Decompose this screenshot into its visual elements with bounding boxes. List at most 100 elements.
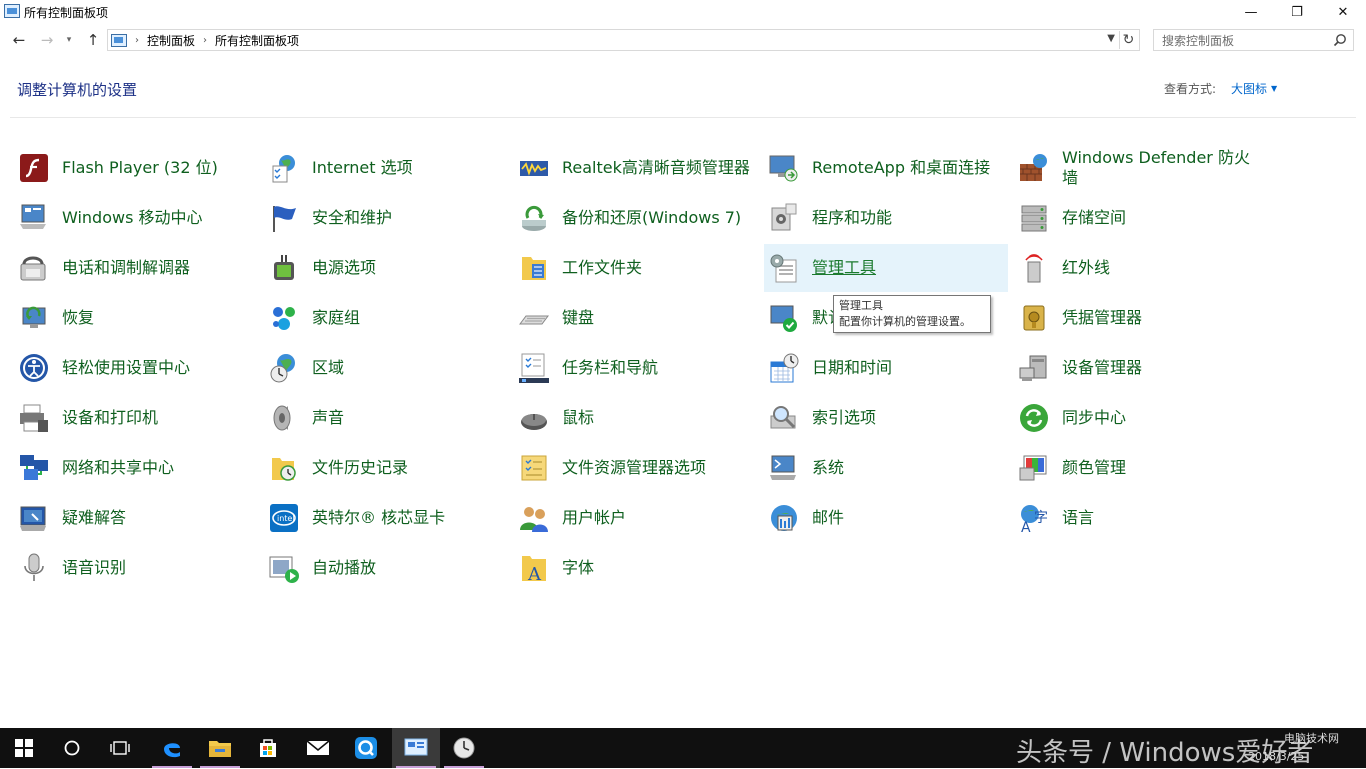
cp-item-label: Internet 选项 bbox=[312, 158, 413, 177]
cp-item-autoplay[interactable]: 自动播放 bbox=[268, 544, 512, 592]
date-time-icon bbox=[768, 352, 800, 384]
cp-item-label: 任务栏和导航 bbox=[562, 358, 659, 377]
cp-item-label: Flash Player (32 位) bbox=[62, 158, 218, 177]
control-panel-taskbar-button[interactable] bbox=[392, 728, 440, 768]
quicktime-taskbar-button[interactable] bbox=[342, 728, 390, 768]
mail-taskbar-button[interactable] bbox=[294, 728, 342, 768]
control-panel-window: 所有控制面板项 — ❐ ✕ ← → ▾ ↑ › 控制面板 › 所有控制面板项 ▼… bbox=[0, 0, 1366, 728]
region-icon bbox=[268, 352, 300, 384]
cp-item-label: 系统 bbox=[812, 458, 845, 477]
cp-item-taskbar[interactable]: 任务栏和导航 bbox=[518, 344, 762, 392]
cp-item-label: RemoteApp 和桌面连接 bbox=[812, 158, 991, 177]
cp-item-user-accounts[interactable]: 用户帐户 bbox=[518, 494, 762, 542]
backup-icon bbox=[518, 202, 550, 234]
cp-item-label: 语音识别 bbox=[62, 558, 127, 577]
recovery-icon bbox=[18, 302, 50, 334]
cp-item-sync-center[interactable]: 同步中心 bbox=[1018, 394, 1262, 442]
cp-item-homegroup[interactable]: 家庭组 bbox=[268, 294, 512, 342]
fonts-icon: A bbox=[518, 552, 550, 585]
cp-item-admin-tools[interactable]: 管理工具 bbox=[764, 244, 1008, 292]
cp-item-fonts[interactable]: A 字体 bbox=[518, 544, 762, 592]
edge-icon bbox=[164, 743, 180, 758]
svg-text:A: A bbox=[1021, 520, 1031, 534]
cp-item-label: 自动播放 bbox=[312, 558, 377, 577]
work-folders-icon bbox=[518, 252, 550, 284]
cp-item-system[interactable]: 系统 bbox=[768, 444, 1012, 492]
credential-manager-icon bbox=[1018, 302, 1050, 334]
cp-item-keyboard[interactable]: 键盘 bbox=[518, 294, 762, 342]
cp-item-label: 家庭组 bbox=[312, 308, 361, 327]
quicktime-icon bbox=[355, 737, 377, 759]
cp-item-printer[interactable]: 设备和打印机 bbox=[18, 394, 262, 442]
cp-item-storage[interactable]: 存储空间 bbox=[1018, 194, 1262, 242]
cp-item-label: 疑难解答 bbox=[62, 508, 127, 527]
store-taskbar-button[interactable] bbox=[244, 728, 292, 768]
cp-item-label: 轻松使用设置中心 bbox=[62, 358, 191, 377]
homegroup-icon bbox=[268, 302, 300, 334]
cp-item-sound[interactable]: 声音 bbox=[268, 394, 512, 442]
mobility-center-icon bbox=[18, 202, 50, 234]
cp-item-microphone[interactable]: 语音识别 bbox=[18, 544, 262, 592]
cp-item-label: 设备管理器 bbox=[1062, 358, 1143, 377]
cp-item-explorer-options[interactable]: 文件资源管理器选项 bbox=[518, 444, 762, 492]
edge-taskbar-button[interactable] bbox=[148, 728, 196, 768]
cp-item-remoteapp[interactable]: RemoteApp 和桌面连接 bbox=[768, 144, 1012, 192]
file-history-icon bbox=[268, 452, 300, 484]
cp-item-programs[interactable]: 程序和功能 bbox=[768, 194, 1012, 242]
cp-item-file-history[interactable]: 文件历史记录 bbox=[268, 444, 512, 492]
file-explorer-taskbar-button[interactable] bbox=[196, 728, 244, 768]
cp-item-label: 电源选项 bbox=[312, 258, 377, 277]
cp-item-infrared[interactable]: 红外线 bbox=[1018, 244, 1262, 292]
cp-item-indexing[interactable]: 索引选项 bbox=[768, 394, 1012, 442]
sound-icon bbox=[268, 402, 300, 434]
cp-item-label: 管理工具 bbox=[812, 258, 877, 277]
cp-item-label: 程序和功能 bbox=[812, 208, 893, 227]
cp-item-label: 安全和维护 bbox=[312, 208, 393, 227]
cp-item-troubleshooting[interactable]: 疑难解答 bbox=[18, 494, 262, 542]
programs-icon bbox=[768, 202, 800, 234]
cp-item-network[interactable]: 网络和共享中心 bbox=[18, 444, 262, 492]
store-icon bbox=[260, 739, 276, 757]
svg-text:intel: intel bbox=[277, 514, 295, 523]
cortana-icon bbox=[64, 740, 80, 756]
cp-item-language[interactable]: A 字语言 bbox=[1018, 494, 1262, 542]
cp-item-device-manager[interactable]: 设备管理器 bbox=[1018, 344, 1262, 392]
cortana-button[interactable] bbox=[48, 728, 96, 768]
cp-item-internet-options[interactable]: Internet 选项 bbox=[268, 144, 512, 192]
cp-item-credential-manager[interactable]: 凭据管理器 bbox=[1018, 294, 1262, 342]
cp-item-region[interactable]: 区域 bbox=[268, 344, 512, 392]
cp-item-date-time[interactable]: 日期和时间 bbox=[768, 344, 1012, 392]
cp-item-label: Windows Defender 防火墙 bbox=[1062, 148, 1250, 187]
cp-item-label: 颜色管理 bbox=[1062, 458, 1127, 477]
mouse-icon bbox=[518, 402, 550, 434]
control-panel-items: Flash Player (32 位) Internet 选项 Realtek高清晰… bbox=[0, 0, 1366, 728]
cp-item-firewall[interactable]: Windows Defender 防火墙 bbox=[1018, 144, 1262, 192]
cp-item-phone-modem[interactable]: 电话和调制解调器 bbox=[18, 244, 262, 292]
realtek-audio-icon bbox=[518, 152, 550, 184]
cp-item-ease-of-access[interactable]: 轻松使用设置中心 bbox=[18, 344, 262, 392]
cp-item-label: 同步中心 bbox=[1062, 408, 1127, 427]
user-accounts-icon bbox=[518, 502, 550, 534]
flash-icon bbox=[18, 152, 50, 184]
cp-item-power[interactable]: 电源选项 bbox=[268, 244, 512, 292]
cp-item-backup[interactable]: 备份和还原(Windows 7) bbox=[518, 194, 762, 242]
cp-item-mouse[interactable]: 鼠标 bbox=[518, 394, 762, 442]
cp-item-label: 网络和共享中心 bbox=[62, 458, 175, 477]
start-button[interactable] bbox=[0, 728, 48, 768]
cp-item-work-folders[interactable]: 工作文件夹 bbox=[518, 244, 762, 292]
cp-item-mobility-center[interactable]: Windows 移动中心 bbox=[18, 194, 262, 242]
cp-item-mail[interactable]: 邮件 bbox=[768, 494, 1012, 542]
cp-item-intel-graphics[interactable]: intel 英特尔® 核芯显卡 bbox=[268, 494, 512, 542]
task-view-button[interactable] bbox=[96, 728, 144, 768]
cp-item-realtek-audio[interactable]: Realtek高清晰音频管理器 bbox=[518, 144, 762, 192]
cp-item-flash[interactable]: Flash Player (32 位) bbox=[18, 144, 262, 192]
cp-item-security-flag[interactable]: 安全和维护 bbox=[268, 194, 512, 242]
microphone-icon bbox=[18, 552, 50, 584]
cp-item-recovery[interactable]: 恢复 bbox=[18, 294, 262, 342]
taskbar-date[interactable]: 2018/3/25 bbox=[1248, 750, 1304, 763]
admin-tools-icon bbox=[768, 252, 800, 284]
cp-item-label: 英特尔® 核芯显卡 bbox=[312, 508, 446, 527]
phone-modem-icon bbox=[18, 252, 50, 284]
clock-taskbar-button[interactable] bbox=[440, 728, 488, 768]
cp-item-color-management[interactable]: 颜色管理 bbox=[1018, 444, 1262, 492]
